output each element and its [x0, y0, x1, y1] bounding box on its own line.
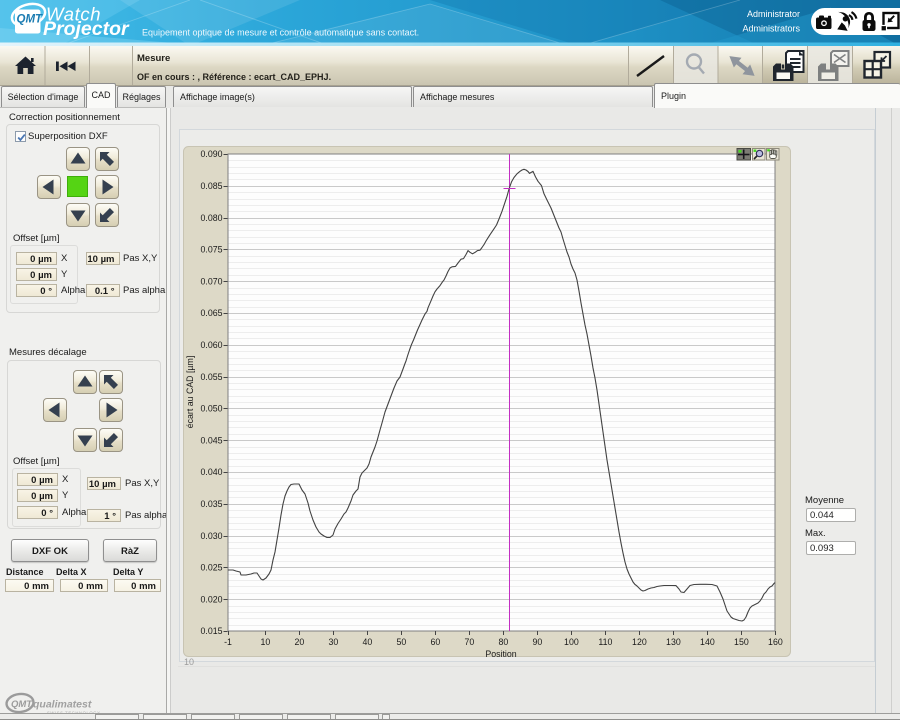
svg-text:50: 50 [397, 637, 407, 647]
svg-text:QMT: QMT [17, 14, 44, 26]
svg-text:90: 90 [533, 637, 543, 647]
svg-text:10: 10 [261, 637, 271, 647]
svg-text:160: 160 [768, 637, 783, 647]
svg-text:Projector: Projector [43, 18, 130, 40]
svg-text:100: 100 [564, 637, 579, 647]
svg-text:Administrator: Administrator [747, 9, 800, 19]
svg-text:0.045: 0.045 [200, 435, 222, 445]
svg-text:130: 130 [666, 637, 681, 647]
svg-text:150: 150 [734, 637, 749, 647]
svg-text:0.085: 0.085 [200, 181, 222, 191]
svg-text:qualimatest: qualimatest [33, 699, 92, 711]
svg-text:0.080: 0.080 [200, 213, 222, 223]
svg-text:Administrators: Administrators [742, 24, 800, 34]
svg-text:-1: -1 [224, 637, 232, 647]
svg-text:écart au CAD [µm]: écart au CAD [µm] [185, 356, 195, 429]
svg-text:140: 140 [700, 637, 715, 647]
svg-text:0.035: 0.035 [200, 499, 222, 509]
svg-text:120: 120 [632, 637, 647, 647]
svg-text:Equipement optique de mesure e: Equipement optique de mesure et contrôle… [142, 28, 419, 38]
svg-text:0.060: 0.060 [200, 340, 222, 350]
svg-text:110: 110 [598, 637, 612, 647]
svg-text:0.050: 0.050 [200, 404, 222, 414]
svg-text:20: 20 [295, 637, 305, 647]
svg-text:0.020: 0.020 [200, 594, 222, 604]
svg-text:QMT: QMT [11, 699, 33, 710]
svg-text:80: 80 [499, 637, 509, 647]
svg-text:60: 60 [431, 637, 441, 647]
svg-text:0.025: 0.025 [200, 563, 222, 573]
svg-text:0.055: 0.055 [200, 372, 222, 382]
svg-text:0.090: 0.090 [200, 149, 222, 159]
svg-text:0.015: 0.015 [200, 626, 222, 636]
svg-text:0.075: 0.075 [200, 245, 222, 255]
svg-text:40: 40 [363, 637, 373, 647]
svg-text:0.040: 0.040 [200, 467, 222, 477]
svg-text:0.030: 0.030 [200, 531, 222, 541]
svg-text:0.070: 0.070 [200, 276, 222, 286]
svg-text:30: 30 [329, 637, 339, 647]
svg-text:Position: Position [485, 649, 516, 659]
svg-text:0.065: 0.065 [200, 308, 222, 318]
svg-text:70: 70 [465, 637, 475, 647]
